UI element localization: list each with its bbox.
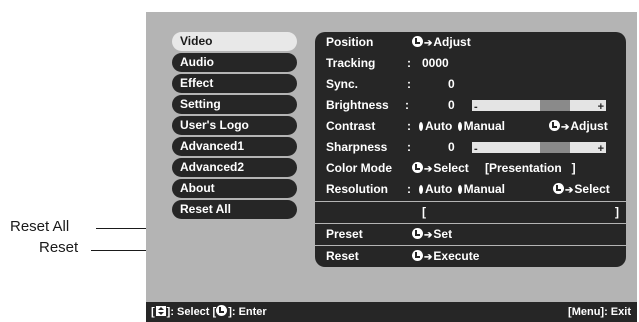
preset-action[interactable]: ➔Set (412, 224, 452, 246)
radio-auto[interactable] (419, 185, 423, 194)
preset-label: Preset (326, 227, 363, 241)
minus-icon: - (474, 101, 478, 113)
brightness-sep: : (405, 98, 409, 112)
sharpness-slider[interactable]: - + (472, 142, 606, 155)
sharpness-sep: : (407, 140, 411, 154)
projector-menu: Video Audio Effect Setting User's Logo A… (146, 12, 637, 322)
bracket-close: ] (615, 205, 619, 219)
enter-icon (549, 120, 560, 131)
row-sharpness[interactable]: Sharpness : 0 - + (315, 137, 626, 158)
row-position[interactable]: Position ➔Adjust (315, 32, 626, 53)
arrow-icon: ➔ (424, 38, 433, 49)
radio-auto[interactable] (419, 122, 423, 131)
enter-icon (553, 183, 564, 194)
menu-item-video[interactable]: Video (172, 32, 297, 51)
enter-icon (412, 228, 423, 239)
video-settings-panel: Position ➔Adjust Tracking : 0000 Sync. :… (315, 32, 626, 267)
position-label: Position (326, 35, 374, 49)
arrow-icon: ➔ (424, 230, 433, 241)
position-action[interactable]: ➔Adjust (412, 32, 471, 54)
plus-icon: + (597, 143, 604, 155)
brightness-slider-fill (540, 100, 570, 111)
menu-item-advanced2[interactable]: Advanced2 (172, 158, 297, 177)
menu-item-effect[interactable]: Effect (172, 74, 297, 93)
menu-item-advanced1[interactable]: Advanced1 (172, 137, 297, 156)
menu-item-setting[interactable]: Setting (172, 95, 297, 114)
menu-item-reset-all[interactable]: Reset All (172, 200, 297, 219)
row-sync[interactable]: Sync. : 0 (315, 74, 626, 95)
contrast-action[interactable]: ➔Adjust (549, 116, 608, 138)
row-resolution-value: [ ] (315, 202, 626, 223)
resolution-action[interactable]: ➔Select (553, 179, 610, 201)
menu-item-audio[interactable]: Audio (172, 53, 297, 72)
plus-icon: + (597, 101, 604, 113)
menu-item-about[interactable]: About (172, 179, 297, 198)
enter-icon (216, 305, 228, 316)
reset-action[interactable]: ➔Execute (412, 246, 479, 268)
radio-manual[interactable] (457, 185, 462, 194)
minus-icon: - (474, 143, 478, 155)
color-mode-value: [Presentation ] (485, 161, 576, 175)
row-brightness[interactable]: Brightness : 0 - + (315, 95, 626, 116)
footer-bar: []: Select []: Enter [Menu]: Exit (146, 302, 637, 322)
bracket-open: [ (422, 205, 426, 219)
main-menu: Video Audio Effect Setting User's Logo A… (172, 32, 297, 221)
tracking-value: 0000 (422, 56, 449, 70)
radio-manual[interactable] (457, 122, 462, 131)
menu-item-users-logo[interactable]: User's Logo (172, 116, 297, 135)
resolution-options[interactable]: Auto Manual (417, 179, 505, 200)
arrow-icon: ➔ (561, 122, 570, 133)
sync-value: 0 (448, 77, 455, 91)
tracking-label: Tracking (326, 56, 376, 70)
enter-icon (412, 250, 423, 261)
footer-exit: [Menu]: Exit (568, 306, 631, 318)
footer-hints: []: Select []: Enter (151, 305, 267, 318)
reset-label: Reset (326, 249, 359, 263)
arrow-icon: ➔ (424, 164, 433, 175)
sync-sep: : (407, 77, 411, 91)
up-down-icon (155, 306, 166, 316)
sharpness-value: 0 (448, 140, 455, 154)
contrast-sep: : (407, 119, 411, 133)
callout-reset: Reset (39, 239, 79, 256)
contrast-label: Contrast (326, 119, 376, 133)
arrow-icon: ➔ (424, 252, 433, 263)
color-mode-label: Color Mode (326, 161, 392, 175)
color-mode-action[interactable]: ➔Select (412, 158, 469, 180)
resolution-sep: : (407, 182, 411, 196)
row-tracking[interactable]: Tracking : 0000 (315, 53, 626, 74)
brightness-value: 0 (448, 98, 455, 112)
arrow-icon: ➔ (565, 185, 574, 196)
resolution-label: Resolution (326, 182, 388, 196)
row-color-mode[interactable]: Color Mode ➔Select [Presentation ] (315, 158, 626, 179)
brightness-label: Brightness (326, 98, 389, 112)
row-preset[interactable]: Preset ➔Set (315, 224, 626, 245)
row-reset[interactable]: Reset ➔Execute (315, 246, 626, 267)
enter-icon (412, 162, 423, 173)
contrast-options[interactable]: Auto Manual (417, 116, 505, 137)
sharpness-slider-fill (540, 142, 570, 153)
row-contrast[interactable]: Contrast : Auto Manual ➔Adjust (315, 116, 626, 137)
tracking-sep: : (407, 56, 411, 70)
sharpness-label: Sharpness (326, 140, 388, 154)
enter-icon (412, 36, 423, 47)
sync-label: Sync. (326, 77, 359, 91)
brightness-slider[interactable]: - + (472, 100, 606, 113)
row-resolution[interactable]: Resolution : Auto Manual ➔Select (315, 179, 626, 200)
callout-reset-all: Reset All (10, 218, 70, 235)
